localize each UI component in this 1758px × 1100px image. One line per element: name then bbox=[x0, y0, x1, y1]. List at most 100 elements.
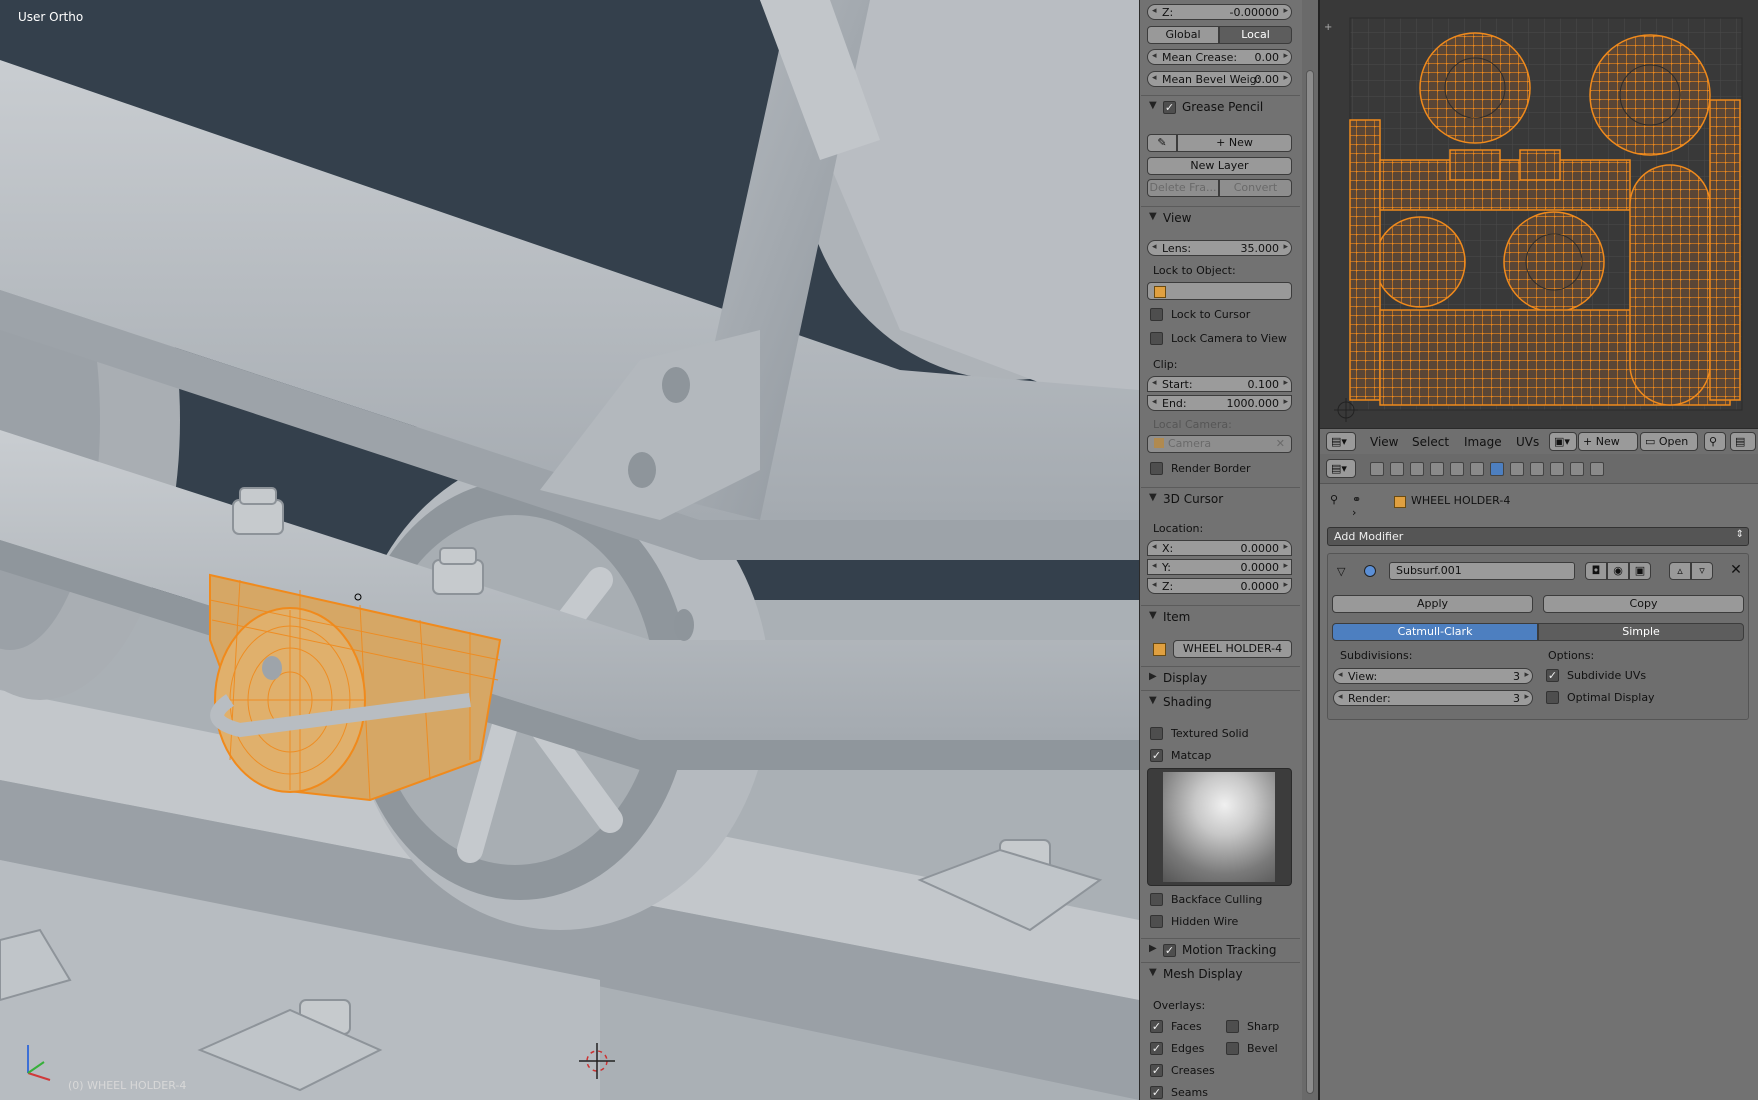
editor-type-menu[interactable]: ▤▾ bbox=[1326, 432, 1356, 451]
collapse-triangle-icon[interactable]: ▽ bbox=[1337, 565, 1345, 578]
z-field[interactable]: ◂ Z: -0.00000 ▸ bbox=[1147, 4, 1292, 20]
editmode-toggle-icon[interactable]: ▣ bbox=[1629, 562, 1651, 580]
grease-pencil-checkbox[interactable]: ✓ bbox=[1163, 101, 1176, 114]
seams-checkbox[interactable]: ✓ bbox=[1150, 1086, 1163, 1099]
delete-frame-button[interactable]: Delete Fra... bbox=[1147, 179, 1219, 197]
render-border-checkbox[interactable] bbox=[1150, 462, 1163, 475]
subdivide-uvs-checkbox[interactable]: ✓ bbox=[1546, 669, 1559, 682]
lock-object-field[interactable] bbox=[1147, 282, 1292, 300]
world-tab-icon[interactable] bbox=[1430, 462, 1444, 476]
constraints-tab-icon[interactable] bbox=[1470, 462, 1484, 476]
lock-camera-checkbox[interactable] bbox=[1150, 332, 1163, 345]
mean-bevel-field[interactable]: ◂ Mean Bevel Weig: 0.00 ▸ bbox=[1147, 71, 1292, 87]
texture-tab-icon[interactable] bbox=[1550, 462, 1564, 476]
subdivide-uvs-label: Subdivide UVs bbox=[1567, 669, 1647, 682]
open-image-button[interactable]: ▭ Open bbox=[1640, 432, 1698, 451]
optimal-display-checkbox[interactable] bbox=[1546, 691, 1559, 704]
motion-tracking-checkbox[interactable]: ✓ bbox=[1163, 944, 1176, 957]
shading-panel-header[interactable]: ▼ Shading bbox=[1147, 693, 1297, 713]
physics-tab-icon[interactable] bbox=[1590, 462, 1604, 476]
pencil-icon[interactable]: ✎ bbox=[1147, 134, 1177, 152]
cursor-panel-header[interactable]: ▼ 3D Cursor bbox=[1147, 490, 1297, 510]
display-panel-header[interactable]: ▶ Display bbox=[1147, 669, 1297, 689]
object-tab-icon[interactable] bbox=[1450, 462, 1464, 476]
motion-tracking-header[interactable]: ▶ ✓ Motion Tracking bbox=[1147, 941, 1297, 961]
apply-button[interactable]: Apply bbox=[1332, 595, 1533, 613]
sidebar-scrollbar[interactable] bbox=[1302, 0, 1318, 1100]
view-panel-header[interactable]: ▼ View bbox=[1147, 209, 1297, 229]
mean-crease-field[interactable]: ◂ Mean Crease: 0.00 ▸ bbox=[1147, 49, 1292, 65]
new-layer-button[interactable]: New Layer bbox=[1147, 157, 1292, 175]
viewport-scene[interactable] bbox=[0, 0, 1139, 1100]
editor-type-menu[interactable]: ▤▾ bbox=[1326, 459, 1356, 478]
properties-editor[interactable] bbox=[1320, 454, 1758, 1100]
add-modifier-dropdown[interactable]: Add Modifier ⇕ bbox=[1327, 527, 1749, 546]
menu-view[interactable]: View bbox=[1370, 435, 1398, 449]
simple-toggle[interactable]: Simple bbox=[1538, 623, 1744, 641]
render-levels-field[interactable]: ◂ Render: 3 ▸ bbox=[1333, 690, 1533, 706]
convert-button[interactable]: Convert bbox=[1219, 179, 1292, 197]
clip-start-field[interactable]: ◂ Start: 0.100 ▸ bbox=[1147, 376, 1292, 392]
clear-icon[interactable]: ✕ bbox=[1276, 436, 1285, 452]
pin-icon[interactable]: ⚲ bbox=[1704, 432, 1726, 451]
object-name-field[interactable]: WHEEL HOLDER-4 bbox=[1173, 640, 1292, 658]
cursor-z-field[interactable]: ◂ Z: 0.0000 ▸ bbox=[1147, 578, 1292, 594]
lock-to-cursor-checkbox[interactable] bbox=[1150, 308, 1163, 321]
folder-icon: ▭ bbox=[1645, 435, 1659, 448]
clip-label: Clip: bbox=[1153, 358, 1178, 371]
global-toggle[interactable]: Global bbox=[1147, 26, 1219, 44]
bevel-checkbox[interactable] bbox=[1226, 1042, 1239, 1055]
copy-button[interactable]: Copy bbox=[1543, 595, 1744, 613]
uv-layout[interactable]: + bbox=[1320, 0, 1758, 428]
clip-end-field[interactable]: ◂ End: 1000.000 ▸ bbox=[1147, 395, 1292, 411]
move-up-icon[interactable]: ▵ bbox=[1669, 562, 1691, 580]
particles-tab-icon[interactable] bbox=[1570, 462, 1584, 476]
data-tab-icon[interactable] bbox=[1510, 462, 1524, 476]
viewport-toggle-icon[interactable]: ◉ bbox=[1607, 562, 1629, 580]
uv-editor[interactable]: + bbox=[1320, 0, 1758, 428]
subsurf-icon bbox=[1364, 565, 1376, 577]
grease-pencil-header[interactable]: ▼ ✓ Grease Pencil bbox=[1147, 98, 1297, 118]
edges-checkbox[interactable]: ✓ bbox=[1150, 1042, 1163, 1055]
item-panel-header[interactable]: ▼ Item bbox=[1147, 608, 1297, 628]
catmull-clark-toggle[interactable]: Catmull-Clark bbox=[1332, 623, 1538, 641]
render-tab-icon[interactable] bbox=[1370, 462, 1384, 476]
new-grease-button[interactable]: + New bbox=[1177, 134, 1292, 152]
menu-image[interactable]: Image bbox=[1464, 435, 1502, 449]
matcap-preview[interactable] bbox=[1147, 768, 1292, 886]
textured-solid-checkbox[interactable] bbox=[1150, 727, 1163, 740]
modifier-name-field[interactable]: Subsurf.001 bbox=[1389, 562, 1575, 580]
scrollbar-thumb[interactable] bbox=[1306, 70, 1314, 1094]
menu-uvs[interactable]: UVs bbox=[1516, 435, 1539, 449]
local-toggle[interactable]: Local bbox=[1219, 26, 1292, 44]
local-camera-field[interactable]: Camera ✕ bbox=[1147, 435, 1292, 453]
render-toggle-icon[interactable]: ◘ bbox=[1585, 562, 1607, 580]
menu-select[interactable]: Select bbox=[1412, 435, 1449, 449]
backface-culling-checkbox[interactable] bbox=[1150, 893, 1163, 906]
expand-triangle-icon: ▼ bbox=[1149, 610, 1157, 621]
editor-mode-icon[interactable]: ▤ bbox=[1730, 432, 1756, 451]
sharp-checkbox[interactable] bbox=[1226, 1020, 1239, 1033]
expand-triangle-icon: ▼ bbox=[1149, 967, 1157, 978]
render-layers-tab-icon[interactable] bbox=[1390, 462, 1404, 476]
scene-tab-icon[interactable] bbox=[1410, 462, 1424, 476]
material-tab-icon[interactable] bbox=[1530, 462, 1544, 476]
optimal-display-label: Optimal Display bbox=[1567, 691, 1655, 704]
edges-label: Edges bbox=[1171, 1042, 1205, 1055]
matcap-checkbox[interactable]: ✓ bbox=[1150, 749, 1163, 762]
lens-field[interactable]: ◂ Lens: 35.000 ▸ bbox=[1147, 240, 1292, 256]
cursor-x-field[interactable]: ◂ X: 0.0000 ▸ bbox=[1147, 540, 1292, 556]
faces-checkbox[interactable]: ✓ bbox=[1150, 1020, 1163, 1033]
hidden-wire-checkbox[interactable] bbox=[1150, 915, 1163, 928]
creases-checkbox[interactable]: ✓ bbox=[1150, 1064, 1163, 1077]
3d-viewport[interactable]: User Ortho (0) WHEEL HOLDER-4 bbox=[0, 0, 1139, 1100]
modifiers-tab-icon[interactable] bbox=[1490, 462, 1504, 476]
mesh-display-header[interactable]: ▼ Mesh Display bbox=[1147, 965, 1297, 985]
view-levels-field[interactable]: ◂ View: 3 ▸ bbox=[1333, 668, 1533, 684]
remove-modifier-icon[interactable]: ✕ bbox=[1727, 562, 1745, 580]
cursor-y-field[interactable]: ◂ Y: 0.0000 ▸ bbox=[1147, 559, 1292, 575]
pin-icon[interactable]: ⚲ bbox=[1330, 493, 1338, 506]
new-image-button[interactable]: + New bbox=[1578, 432, 1638, 451]
image-browse-button[interactable]: ▣▾ bbox=[1549, 432, 1577, 451]
move-down-icon[interactable]: ▿ bbox=[1691, 562, 1713, 580]
